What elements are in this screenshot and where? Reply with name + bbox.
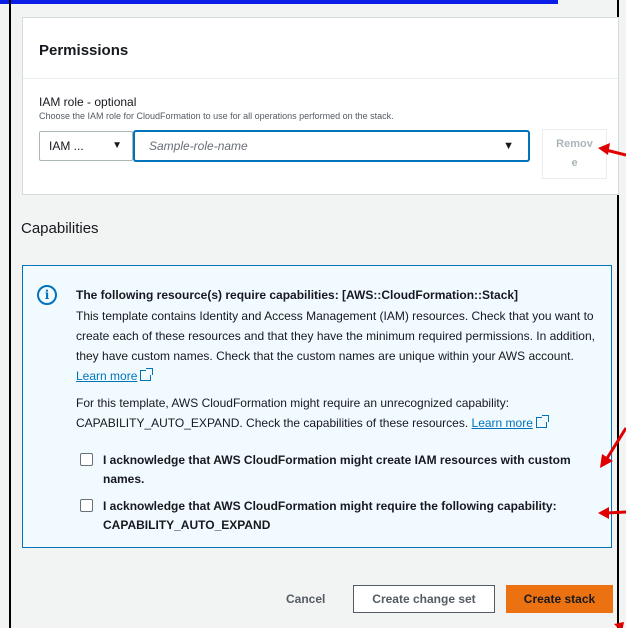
remove-button-label-line1: Remov	[556, 138, 593, 150]
iam-type-select-value: IAM ...	[49, 139, 84, 153]
info-icon: i	[37, 285, 57, 305]
permissions-title: Permissions	[23, 18, 618, 79]
caret-down-icon: ▼	[112, 140, 122, 151]
iam-type-select[interactable]: IAM ... ▼	[39, 131, 133, 161]
remove-button[interactable]: Remov e	[542, 129, 607, 179]
learn-more-link-iam[interactable]: Learn more	[76, 369, 137, 383]
annotation-arrow-create-stack	[614, 622, 624, 628]
ack-iam-label: I acknowledge that AWS CloudFormation mi…	[103, 453, 571, 486]
ack-auto-expand-checkbox[interactable]	[80, 499, 93, 512]
info-paragraph-iam: This template contains Identity and Acce…	[76, 306, 596, 386]
info-paragraph-auto-expand: For this template, AWS CloudFormation mi…	[76, 393, 596, 433]
ack-iam-row[interactable]: I acknowledge that AWS CloudFormation mi…	[80, 451, 598, 489]
ack-auto-expand-row[interactable]: I acknowledge that AWS CloudFormation mi…	[80, 497, 598, 535]
iam-role-label: IAM role - optional	[39, 95, 137, 109]
role-name-placeholder: Sample-role-name	[149, 139, 248, 153]
ack-auto-expand-label: I acknowledge that AWS CloudFormation mi…	[103, 499, 557, 532]
role-name-select[interactable]: Sample-role-name ▼	[134, 131, 529, 161]
info-paragraph-auto-expand-text: For this template, AWS CloudFormation mi…	[76, 396, 510, 430]
iam-role-description: Choose the IAM role for CloudFormation t…	[39, 111, 394, 121]
create-change-set-button[interactable]: Create change set	[353, 585, 495, 613]
info-paragraph-iam-text: This template contains Identity and Acce…	[76, 309, 595, 363]
ack-iam-checkbox[interactable]	[80, 453, 93, 466]
cancel-button[interactable]: Cancel	[286, 592, 325, 606]
external-link-icon	[140, 368, 154, 381]
caret-down-icon: ▼	[503, 140, 514, 152]
capabilities-title: Capabilities	[21, 220, 99, 237]
info-heading: The following resource(s) require capabi…	[76, 288, 519, 302]
remove-button-label-line2: e	[571, 157, 578, 169]
external-link-icon	[535, 415, 549, 428]
create-stack-button[interactable]: Create stack	[506, 585, 613, 613]
capabilities-info-box: i The following resource(s) require capa…	[22, 265, 612, 548]
learn-more-link-auto-expand[interactable]: Learn more	[472, 416, 533, 430]
permissions-panel: Permissions IAM role - optional Choose t…	[22, 17, 619, 195]
top-blue-bar	[0, 0, 558, 4]
